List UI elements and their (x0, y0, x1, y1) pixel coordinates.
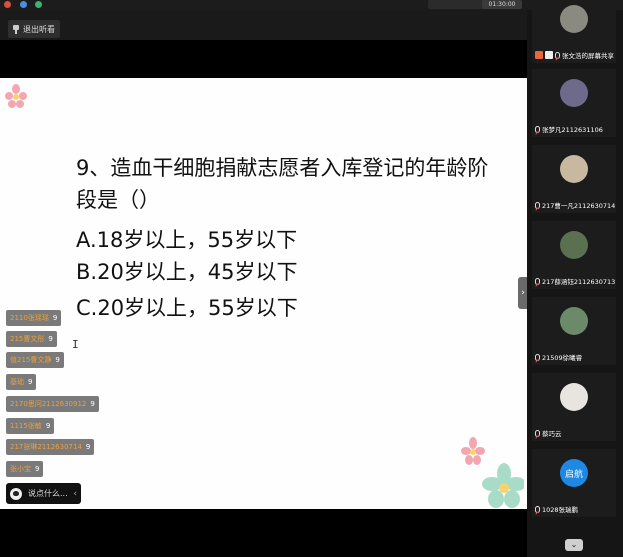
participant-avatar (560, 5, 588, 33)
participant-tile[interactable]: 217薛涵钰2112630713 (532, 221, 616, 289)
chat-text: 9 (52, 314, 58, 322)
chat-text: 9 (28, 378, 33, 386)
participant-avatar (560, 383, 588, 411)
participant-avatar: 启航 (560, 459, 588, 487)
participant-name: 张文浩的屏幕共享 (562, 52, 614, 60)
participant-name-row: 1028张瑞鹏 (535, 504, 578, 514)
participant-name: 1028张瑞鹏 (542, 506, 579, 514)
host-icon (535, 51, 543, 59)
chat-text: 9 (35, 465, 40, 473)
participant-name: 蔡巧云 (542, 430, 562, 438)
participant-avatar (560, 231, 588, 259)
chat-text: 9 (85, 443, 91, 451)
mic-muted-icon (535, 201, 540, 209)
participant-tile[interactable]: 张梦凡2112631106 (532, 69, 616, 137)
question-text: 9、造血干细胞捐献志愿者入库登记的年龄阶段是（） (76, 156, 489, 212)
chat-sender: 1115张敏 (10, 422, 42, 430)
participant-name-row: 张文浩的屏幕共享 (535, 50, 614, 60)
exit-view-button[interactable]: 退出听看 (8, 20, 60, 38)
chat-sender: 张小宝 (10, 465, 31, 473)
chat-sender: 基础 (10, 378, 24, 386)
mic-muted-icon (535, 353, 540, 361)
participant-name: 217曹一凡2112630714 (542, 202, 616, 210)
participant-name: 21509徐曦睿 (542, 354, 583, 362)
participant-name-row: 张梦凡2112631106 (535, 124, 603, 134)
scroll-down-button[interactable]: ⌄ (565, 539, 583, 551)
chat-sender: 值215曹文静 (10, 356, 52, 364)
chat-input-placeholder: 说点什么... (28, 489, 68, 498)
chat-sender: 2110张瑶瑶 (10, 314, 49, 322)
participant-avatar (560, 155, 588, 183)
chat-text: 9 (45, 422, 51, 430)
user-avatar-icon (10, 487, 22, 500)
chevron-left-icon[interactable]: ‹ (73, 489, 77, 499)
option-a: A.18岁以上，55岁以下 (76, 228, 298, 252)
mic-muted-icon (535, 505, 540, 513)
letterbox-bottom (0, 509, 527, 557)
pin-icon (12, 24, 20, 34)
signal-icon (35, 1, 42, 8)
chat-sender: 215曹文彤 (10, 335, 45, 343)
chat-text: 9 (48, 335, 53, 343)
chat-sender: 2170思问2112630912 (10, 400, 87, 408)
person-icon (545, 51, 553, 59)
participant-tile[interactable]: 蔡巧云 (532, 373, 616, 441)
close-dot-icon[interactable] (4, 1, 11, 8)
chat-input[interactable]: 说点什么... ‹ (6, 483, 81, 504)
chat-message: 基础 9 (6, 374, 37, 390)
corner-flowers-icon (461, 437, 524, 508)
meeting-timer: 01:30:00 (482, 0, 522, 9)
share-toolbar (0, 10, 527, 40)
chat-message: 2110张瑶瑶 9 (6, 310, 62, 326)
pink-flower-icon (5, 84, 27, 108)
chat-message: 张小宝 9 (6, 461, 44, 477)
chat-sender: 217张琳2112630714 (10, 443, 82, 451)
participant-name-row: 217薛涵钰2112630713 (535, 276, 615, 286)
mic-muted-icon (535, 429, 540, 437)
shield-icon (20, 1, 27, 8)
participant-name: 张梦凡2112631106 (542, 126, 603, 134)
mic-muted-icon (535, 125, 540, 133)
option-b: B.20岁以上，45岁以下 (76, 260, 298, 284)
participant-name-row: 蔡巧云 (535, 428, 562, 438)
exit-view-label: 退出听看 (23, 24, 55, 34)
participant-name-row: 217曹一凡2112630714 (535, 200, 615, 210)
chat-text: 9 (55, 356, 60, 364)
letterbox-top (0, 40, 527, 78)
participant-tile[interactable]: 21509徐曦睿 (532, 297, 616, 365)
option-c: C.20岁以上，55岁以下 (76, 296, 298, 320)
participant-avatar (560, 307, 588, 335)
chat-message: 215曹文彤 9 (6, 331, 57, 347)
mic-muted-icon (555, 51, 560, 59)
chat-text: 9 (90, 400, 95, 408)
mic-muted-icon (535, 277, 540, 285)
participant-name: 217薛涵钰2112630713 (542, 278, 616, 286)
system-status-strip: 01:30:00 (0, 0, 623, 10)
participant-tile[interactable]: 张文浩的屏幕共享 (532, 0, 616, 63)
chat-message: 2170思问2112630912 9 (6, 396, 99, 412)
participant-avatar (560, 79, 588, 107)
chat-message: 值215曹文静 9 (6, 352, 64, 368)
participant-tile[interactable]: 启航 1028张瑞鹏 (532, 449, 616, 517)
participant-tile[interactable]: 217曹一凡2112630714 (532, 145, 616, 213)
chat-message: 1115张敏 9 (6, 418, 55, 434)
chat-message: 217张琳2112630714 9 (6, 439, 95, 455)
participant-name-row: 21509徐曦睿 (535, 352, 582, 362)
text-cursor-icon: I (72, 338, 79, 351)
